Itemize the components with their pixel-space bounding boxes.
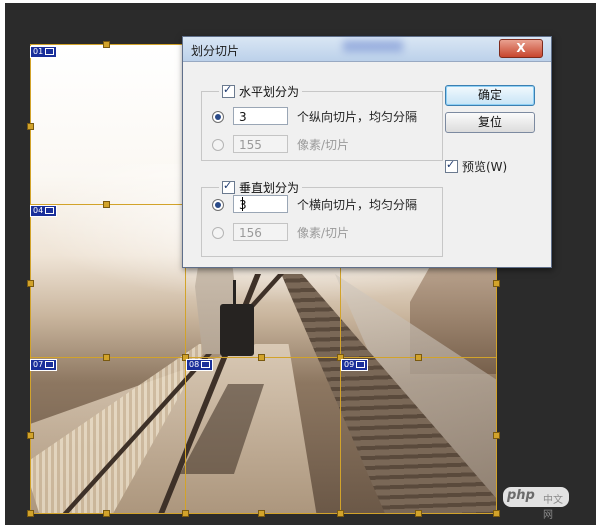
preview-checkbox[interactable] xyxy=(445,158,458,173)
dialog-titlebar[interactable]: 划分切片 X xyxy=(183,37,551,62)
slice-handle[interactable] xyxy=(103,354,110,361)
slice-label-08[interactable]: 08 xyxy=(186,359,214,371)
titlebar-blur xyxy=(343,40,403,52)
slice-number: 09 xyxy=(344,360,355,369)
slice-handle[interactable] xyxy=(415,354,422,361)
slice-handle[interactable] xyxy=(182,510,189,517)
slice-handle[interactable] xyxy=(258,510,265,517)
slice-handle[interactable] xyxy=(258,354,265,361)
horizontal-divide-checkbox[interactable] xyxy=(222,83,235,98)
slice-handle[interactable] xyxy=(27,432,34,439)
slice-label-01[interactable]: 01 xyxy=(30,46,58,58)
slice-line xyxy=(30,44,31,514)
slice-handle[interactable] xyxy=(493,280,500,287)
horizontal-count-suffix: 个纵向切片，均匀分隔 xyxy=(297,110,418,124)
slice-handle[interactable] xyxy=(27,280,34,287)
slice-image-icon xyxy=(45,361,55,368)
slice-label-04[interactable]: 04 xyxy=(30,205,58,217)
preview-label: 预览(W) xyxy=(462,160,508,174)
photo-suitcase xyxy=(220,304,254,356)
slice-image-icon xyxy=(45,207,55,214)
horizontal-pixel-suffix: 像素/切片 xyxy=(297,138,350,152)
divide-slice-dialog: 划分切片 X 水平划分为 3 个纵向切片，均匀分隔 155 像素/切片 垂直划分… xyxy=(182,36,552,268)
vertical-divide-label: 垂直划分为 xyxy=(239,181,300,195)
vertical-divide-checkbox[interactable] xyxy=(222,179,235,194)
slice-number: 08 xyxy=(189,360,200,369)
vertical-pixel-suffix: 像素/切片 xyxy=(297,226,350,240)
slice-handle[interactable] xyxy=(337,510,344,517)
slice-image-icon xyxy=(201,361,211,368)
slice-number: 01 xyxy=(33,47,44,56)
slice-handle[interactable] xyxy=(103,510,110,517)
slice-handle[interactable] xyxy=(415,510,422,517)
slice-handle[interactable] xyxy=(103,201,110,208)
vertical-count-suffix: 个横向切片，均匀分隔 xyxy=(297,198,418,212)
horizontal-count-radio[interactable] xyxy=(212,111,224,123)
slice-number: 04 xyxy=(33,206,44,215)
slice-image-icon xyxy=(45,48,55,55)
slice-label-07[interactable]: 07 xyxy=(30,359,58,371)
close-button[interactable]: X xyxy=(499,39,543,58)
horizontal-pixel-radio[interactable] xyxy=(212,139,224,151)
slice-handle[interactable] xyxy=(27,510,34,517)
slice-handle[interactable] xyxy=(27,123,34,130)
slice-handle[interactable] xyxy=(493,510,500,517)
watermark: php 中文网 xyxy=(503,487,569,521)
vertical-divide-legend[interactable]: 垂直划分为 xyxy=(219,179,303,196)
reset-button[interactable]: 复位 xyxy=(445,112,535,133)
ok-button[interactable]: 确定 xyxy=(445,85,535,106)
text-caret xyxy=(242,197,243,211)
horizontal-pixel-input[interactable]: 155 xyxy=(233,135,288,153)
slice-handle[interactable] xyxy=(493,432,500,439)
slice-label-09[interactable]: 09 xyxy=(341,359,369,371)
watermark-logo: php xyxy=(507,488,535,503)
vertical-pixel-input[interactable]: 156 xyxy=(233,223,288,241)
slice-image-icon xyxy=(356,361,366,368)
photo-suitcase-handle xyxy=(233,280,236,306)
close-icon: X xyxy=(516,41,526,55)
horizontal-divide-legend[interactable]: 水平划分为 xyxy=(219,83,303,100)
slice-number: 07 xyxy=(33,360,44,369)
dialog-title: 划分切片 xyxy=(191,44,240,58)
slice-handle[interactable] xyxy=(103,41,110,48)
vertical-pixel-radio[interactable] xyxy=(212,227,224,239)
vertical-count-radio[interactable] xyxy=(212,199,224,211)
watermark-site: 中文网 xyxy=(543,495,563,521)
horizontal-divide-label: 水平划分为 xyxy=(239,85,300,99)
preview-option[interactable]: 预览(W) xyxy=(445,158,507,175)
horizontal-count-input[interactable]: 3 xyxy=(233,107,288,125)
